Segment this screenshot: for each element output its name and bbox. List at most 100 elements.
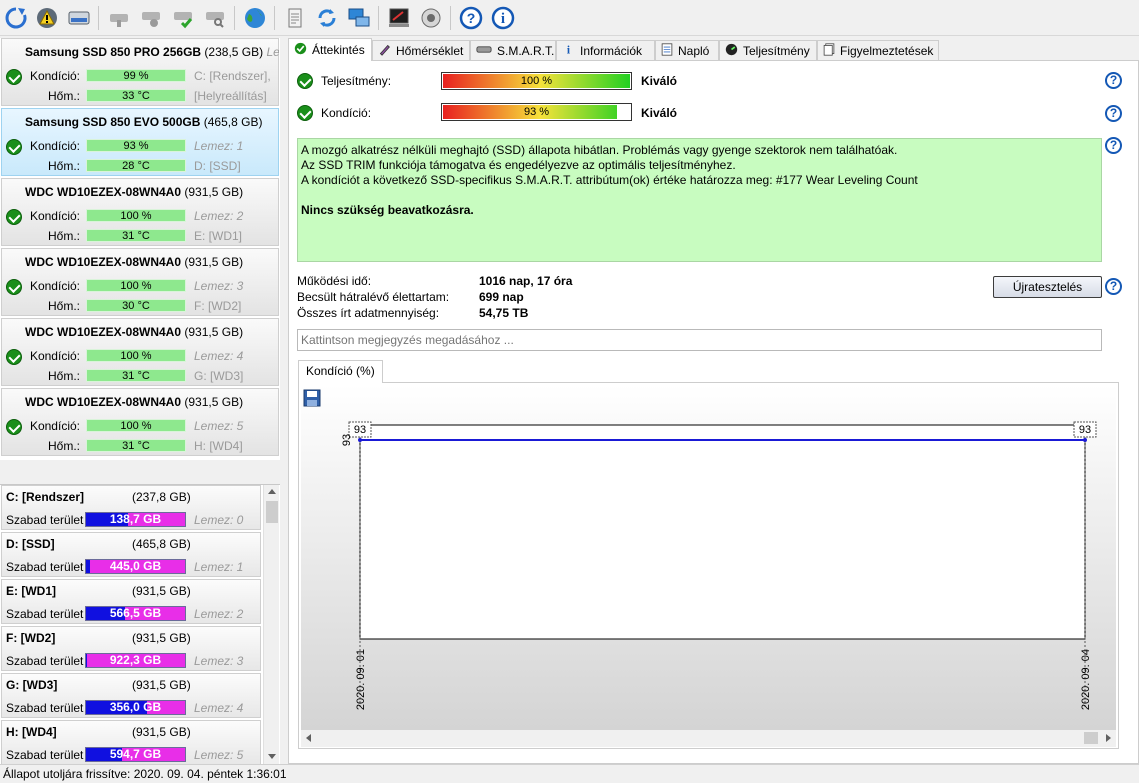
tab-5[interactable]: Teljesítmény — [719, 40, 817, 60]
tab-4[interactable]: Napló — [655, 40, 719, 60]
disk-model: Samsung SSD 850 PRO 256GB — [25, 45, 202, 59]
check-icon — [6, 69, 22, 85]
info-button[interactable]: i — [490, 5, 516, 31]
free-space-bar: 922,3 GB — [85, 653, 186, 668]
tab-6[interactable]: Figyelmeztetések — [817, 40, 939, 60]
help-performance-icon[interactable]: ? — [1105, 72, 1122, 89]
report-button[interactable] — [282, 5, 308, 31]
performance-meter: 100 % — [441, 72, 632, 90]
chart-scrollbar[interactable] — [301, 730, 1116, 747]
scroll-up-icon[interactable] — [268, 489, 276, 494]
health-label: Kondíció: — [321, 106, 372, 120]
disk-aux-1: Lemez: 4 — [194, 349, 244, 363]
health-bar: 100 % — [86, 279, 186, 292]
note-input[interactable] — [297, 329, 1102, 351]
recommendation: Nincs szükség beavatkozásra. — [301, 203, 474, 217]
sync-button[interactable] — [314, 5, 340, 31]
info-icon: i — [491, 6, 515, 30]
partition-size: (931,5 GB) — [132, 678, 191, 692]
check-icon — [6, 279, 22, 295]
disk-tool-icon — [110, 14, 128, 27]
disk-name: WDC WD10EZEX-08WN4A0 (931,5 GB) — [25, 255, 279, 269]
check-icon — [297, 73, 313, 89]
partition-name: H: [WD4] — [6, 725, 57, 739]
tab-chart-health[interactable]: Kondíció (%) — [298, 360, 383, 383]
help-health-icon[interactable]: ? — [1105, 105, 1122, 122]
health-label: Kondíció: — [29, 209, 80, 223]
scroll-thumb[interactable] — [266, 501, 278, 523]
svg-text:i: i — [501, 11, 505, 27]
partition-size: (931,5 GB) — [132, 631, 191, 645]
report-icon — [288, 8, 302, 28]
description-line: A mozgó alkatrész nélküli meghajtó (SSD)… — [301, 143, 898, 157]
partition-item[interactable]: G: [WD3] (931,5 GB) Szabad terület 356,0 GB… — [1, 673, 261, 718]
console-button[interactable] — [386, 5, 412, 31]
health-label: Kondíció: — [29, 279, 80, 293]
toolbar: ? i — [0, 0, 1139, 36]
globe-button[interactable] — [242, 5, 268, 31]
health-rating: Kiváló — [641, 106, 678, 120]
description-line: A kondíciót a következő SSD-specifikus S… — [301, 173, 918, 187]
free-space-bar: 445,0 GB — [85, 559, 186, 574]
free-space-label: Szabad terület — [6, 654, 84, 668]
performance-value: 100 % — [520, 75, 553, 87]
partition-item[interactable]: H: [WD4] (931,5 GB) Szabad terület 594,7 GB… — [1, 720, 261, 764]
network-button[interactable] — [346, 5, 372, 31]
check-icon — [6, 139, 22, 155]
smart-disk-icon — [476, 43, 492, 59]
free-space-label: Szabad terület — [6, 748, 84, 762]
disk-tool-4-button[interactable] — [202, 5, 228, 31]
tab-2[interactable]: S.M.A.R.T. — [470, 40, 556, 60]
refresh-button[interactable] — [3, 5, 29, 31]
help-retest-icon[interactable]: ? — [1105, 278, 1122, 295]
partition-size: (931,5 GB) — [132, 725, 191, 739]
help-button[interactable]: ? — [458, 5, 484, 31]
partition-name: E: [WD1] — [6, 584, 56, 598]
retest-button[interactable]: Újratesztelés — [993, 276, 1102, 298]
disk-name: WDC WD10EZEX-08WN4A0 (931,5 GB) — [25, 185, 279, 199]
disk-gear-icon — [142, 12, 160, 27]
disk-item[interactable]: WDC WD10EZEX-08WN4A0 (931,5 GB) Kondíció… — [1, 178, 279, 246]
health-label: Kondíció: — [29, 419, 80, 433]
help-description-icon[interactable]: ? — [1105, 137, 1122, 154]
sound-button[interactable] — [418, 5, 444, 31]
partition-item[interactable]: F: [WD2] (931,5 GB) Szabad terület 922,3 GB… — [1, 626, 261, 671]
status-description: A mozgó alkatrész nélküli meghajtó (SSD)… — [297, 138, 1102, 262]
temp-label: Hőm.: — [47, 439, 80, 453]
tab-0[interactable]: Áttekintés — [288, 38, 372, 61]
alert-button[interactable] — [34, 5, 60, 31]
partition-item[interactable]: E: [WD1] (931,5 GB) Szabad terület 566,5 GB… — [1, 579, 261, 624]
disk-tool-2-button[interactable] — [138, 5, 164, 31]
data-point — [358, 437, 362, 442]
help-icon: ? — [459, 6, 483, 30]
disk-item[interactable]: WDC WD10EZEX-08WN4A0 (931,5 GB) Kondíció… — [1, 318, 279, 386]
disk-tool-3-button[interactable] — [170, 5, 196, 31]
free-space-value: 594,7 GB — [109, 747, 162, 761]
tab-label: Figyelmeztetések — [840, 43, 934, 58]
written-label: Összes írt adatmennyiség: — [297, 306, 440, 320]
tab-1[interactable]: Hőmérséklet — [372, 40, 470, 60]
partition-disk: Lemez: 1 — [194, 560, 244, 574]
partition-scrollbar[interactable] — [263, 485, 279, 764]
data-label: 93 — [1079, 424, 1091, 436]
disk-tool-1-button[interactable] — [106, 5, 132, 31]
disk-item[interactable]: Samsung SSD 850 PRO 256GB (238,5 GB) Lem… — [1, 38, 279, 106]
partition-list: C: [Rendszer] (237,8 GB) Szabad terület 138… — [0, 484, 280, 764]
partition-item[interactable]: C: [Rendszer] (237,8 GB) Szabad terület 138… — [1, 485, 261, 530]
scroll-left-icon[interactable] — [306, 734, 311, 742]
scroll-thumb[interactable] — [1084, 732, 1098, 744]
health-bar: 93 % — [86, 139, 186, 152]
partition-item[interactable]: D: [SSD] (465,8 GB) Szabad terület 445,0 GB… — [1, 532, 261, 577]
disk-item[interactable]: WDC WD10EZEX-08WN4A0 (931,5 GB) Kondíció… — [1, 388, 279, 456]
scroll-right-icon[interactable] — [1106, 734, 1111, 742]
scroll-down-icon[interactable] — [268, 754, 276, 759]
free-space-value: 566,5 GB — [109, 606, 162, 620]
free-space-bar: 138,7 GB — [85, 512, 186, 527]
drive-button[interactable] — [66, 5, 92, 31]
tab-label: Teljesítmény — [743, 43, 810, 58]
disk-item[interactable]: WDC WD10EZEX-08WN4A0 (931,5 GB) Kondíció… — [1, 248, 279, 316]
free-space-bar: 356,0 GB — [85, 700, 186, 715]
tab-3[interactable]: i Információk — [556, 40, 655, 60]
health-bar: 100 % — [86, 209, 186, 222]
disk-item[interactable]: Samsung SSD 850 EVO 500GB (465,8 GB) Kon… — [1, 108, 279, 176]
